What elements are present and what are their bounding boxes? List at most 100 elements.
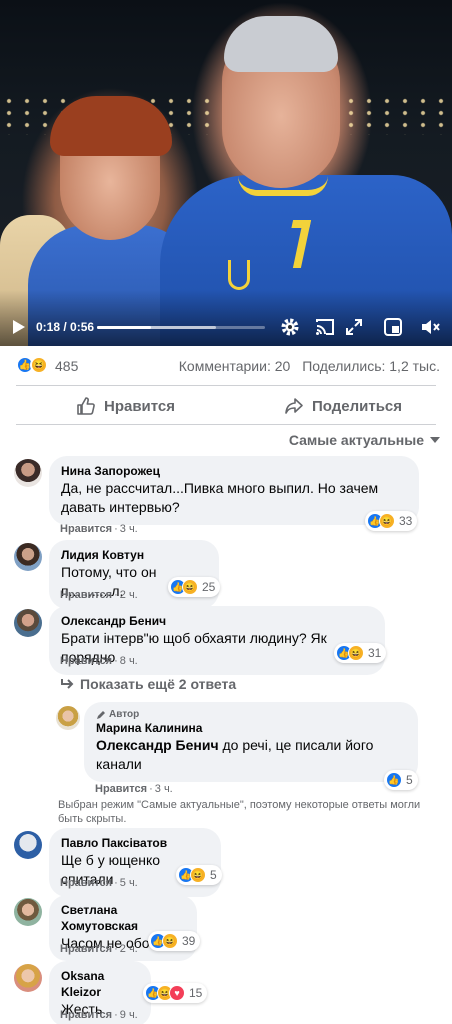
play-icon[interactable] xyxy=(9,317,29,337)
love-reaction-icon: ♥ xyxy=(169,985,185,1001)
comment-reactions[interactable]: 👍 😆 33 xyxy=(365,511,418,531)
comment-reaction-count: 33 xyxy=(399,514,413,528)
comment-like-link[interactable]: Нравится xyxy=(60,589,112,601)
comment-reactions[interactable]: 👍 5 xyxy=(384,770,418,790)
avatar[interactable] xyxy=(14,459,42,487)
comment-author[interactable]: Oksana Kleizor xyxy=(61,968,139,1000)
comment-like-link[interactable]: Нравится xyxy=(95,783,147,795)
comment-author[interactable]: Марина Калинина xyxy=(96,720,406,736)
post-actions: Нравится Поделиться xyxy=(0,390,452,422)
comment-meta: Нравится · 3 ч. xyxy=(60,523,138,535)
video-controls: 0:18 / 0:56 xyxy=(0,313,452,341)
avatar[interactable] xyxy=(14,609,42,637)
cast-icon[interactable] xyxy=(314,316,336,338)
mention-link[interactable]: Олександр Бенич xyxy=(96,737,219,753)
comment-reaction-count: 15 xyxy=(189,986,203,1000)
comment-reaction-count: 39 xyxy=(182,934,196,948)
like-reaction-icon: 👍 xyxy=(386,772,402,788)
comment-meta: Нравится · 2 ч. xyxy=(60,943,138,955)
comment-like-link[interactable]: Нравится xyxy=(60,943,112,955)
comment-bubble: Нина Запорожец Да, не рассчитал...Пивка … xyxy=(49,456,419,525)
post-reactions-bar: 👍 😆 485 Комментарии: 20 Поделились: 1,2 … xyxy=(0,352,452,380)
comment-text: Да, не рассчитал...Пивка много выпил. Но… xyxy=(61,480,379,515)
comment-reaction-count: 5 xyxy=(406,773,413,787)
shares-count[interactable]: Поделились: 1,2 тыс. xyxy=(302,358,440,374)
comment-meta: Нравится · 2 ч. xyxy=(60,589,138,601)
comment-time[interactable]: 9 ч. xyxy=(120,1009,138,1021)
share-button[interactable]: Поделиться xyxy=(284,390,402,422)
haha-reaction-icon: 😆 xyxy=(30,356,48,374)
comment-author[interactable]: Нина Запорожец xyxy=(61,463,407,479)
comment-time[interactable]: 3 ч. xyxy=(155,783,173,795)
comment-author[interactable]: Светлана Хомутовская xyxy=(61,902,185,934)
comment-meta: Нравится · 5 ч. xyxy=(60,877,138,889)
reaction-count[interactable]: 485 xyxy=(55,358,78,374)
volume-icon[interactable] xyxy=(420,316,442,338)
expand-icon[interactable] xyxy=(344,316,364,338)
comment-reactions[interactable]: 👍 😆 31 xyxy=(334,643,387,663)
sort-notice: Выбран режим "Самые актуальные", поэтому… xyxy=(58,799,421,825)
comment-meta: Нравится · 3 ч. xyxy=(95,783,173,795)
avatar[interactable] xyxy=(14,898,42,926)
post-stats: Комментарии: 20 Поделились: 1,2 тыс. xyxy=(179,358,440,374)
comment-reactions[interactable]: 👍 😆 ♥ 15 xyxy=(143,983,208,1003)
comment-text: Олександр Бенич до речі, це писали його … xyxy=(96,736,406,774)
comment-time[interactable]: 8 ч. xyxy=(120,655,138,667)
haha-reaction-icon: 😆 xyxy=(190,867,206,883)
comment-time[interactable]: 2 ч. xyxy=(120,589,138,601)
share-button-label: Поделиться xyxy=(312,397,403,415)
reaction-icons[interactable]: 👍 😆 xyxy=(16,356,48,374)
comment-author[interactable]: Павло Паксіватов xyxy=(61,835,209,851)
comment-like-link[interactable]: Нравится xyxy=(60,877,112,889)
video-figure xyxy=(224,16,338,72)
author-badge: Автор xyxy=(96,709,406,720)
show-more-replies-link[interactable]: Показать ещё 2 ответа xyxy=(60,676,236,692)
divider xyxy=(16,424,436,425)
like-button[interactable]: Нравится xyxy=(76,390,175,422)
comment-time[interactable]: 5 ч. xyxy=(120,877,138,889)
comment-reactions[interactable]: 👍 😆 39 xyxy=(148,931,201,951)
pip-icon[interactable] xyxy=(383,316,403,338)
video-progress-fill xyxy=(97,326,151,329)
comment-author[interactable]: Олександр Бенич xyxy=(61,613,373,629)
comment-like-link[interactable]: Нравится xyxy=(60,523,112,535)
thumbs-up-icon xyxy=(77,397,95,415)
video-figure xyxy=(50,96,172,156)
gear-icon[interactable] xyxy=(279,316,301,338)
comment-time[interactable]: 2 ч. xyxy=(120,943,138,955)
author-badge-label: Автор xyxy=(109,709,140,720)
comment-author[interactable]: Лидия Ковтун xyxy=(61,547,207,563)
video-player[interactable]: 0:18 / 0:56 xyxy=(0,0,452,346)
avatar[interactable] xyxy=(14,543,42,571)
comments-count[interactable]: Комментарии: 20 xyxy=(179,358,291,374)
avatar[interactable] xyxy=(56,706,80,730)
comment-bubble: Автор Марина Калинина Олександр Бенич до… xyxy=(84,702,418,782)
comment-reaction-count: 31 xyxy=(368,646,382,660)
comment-time[interactable]: 3 ч. xyxy=(120,523,138,535)
video-figure xyxy=(238,176,328,196)
video-progress-bar[interactable] xyxy=(97,326,265,329)
haha-reaction-icon: 😆 xyxy=(348,645,364,661)
caret-down-icon xyxy=(430,437,440,443)
haha-reaction-icon: 😆 xyxy=(182,579,198,595)
avatar[interactable] xyxy=(14,964,42,992)
comment-like-link[interactable]: Нравится xyxy=(60,1009,112,1021)
reply-arrow-icon xyxy=(61,679,74,689)
comment-sort-dropdown[interactable]: Самые актуальные xyxy=(289,432,440,448)
comment-like-link[interactable]: Нравится xyxy=(60,655,112,667)
video-time: 0:18 / 0:56 xyxy=(36,320,95,334)
haha-reaction-icon: 😆 xyxy=(379,513,395,529)
divider xyxy=(16,385,436,386)
pencil-icon xyxy=(97,710,105,719)
comment-reaction-count: 5 xyxy=(210,868,217,882)
comment-reaction-count: 25 xyxy=(202,580,216,594)
like-button-label: Нравится xyxy=(104,397,176,415)
share-icon xyxy=(285,398,303,414)
comment-reactions[interactable]: 👍 😆 5 xyxy=(176,865,222,885)
comment-reactions[interactable]: 👍 😆 25 xyxy=(168,577,221,597)
avatar[interactable] xyxy=(14,831,42,859)
sort-label: Самые актуальные xyxy=(288,432,424,448)
comment-meta: Нравится · 9 ч. xyxy=(60,1009,138,1021)
video-figure xyxy=(228,260,250,290)
show-more-replies-label: Показать ещё 2 ответа xyxy=(80,676,237,692)
